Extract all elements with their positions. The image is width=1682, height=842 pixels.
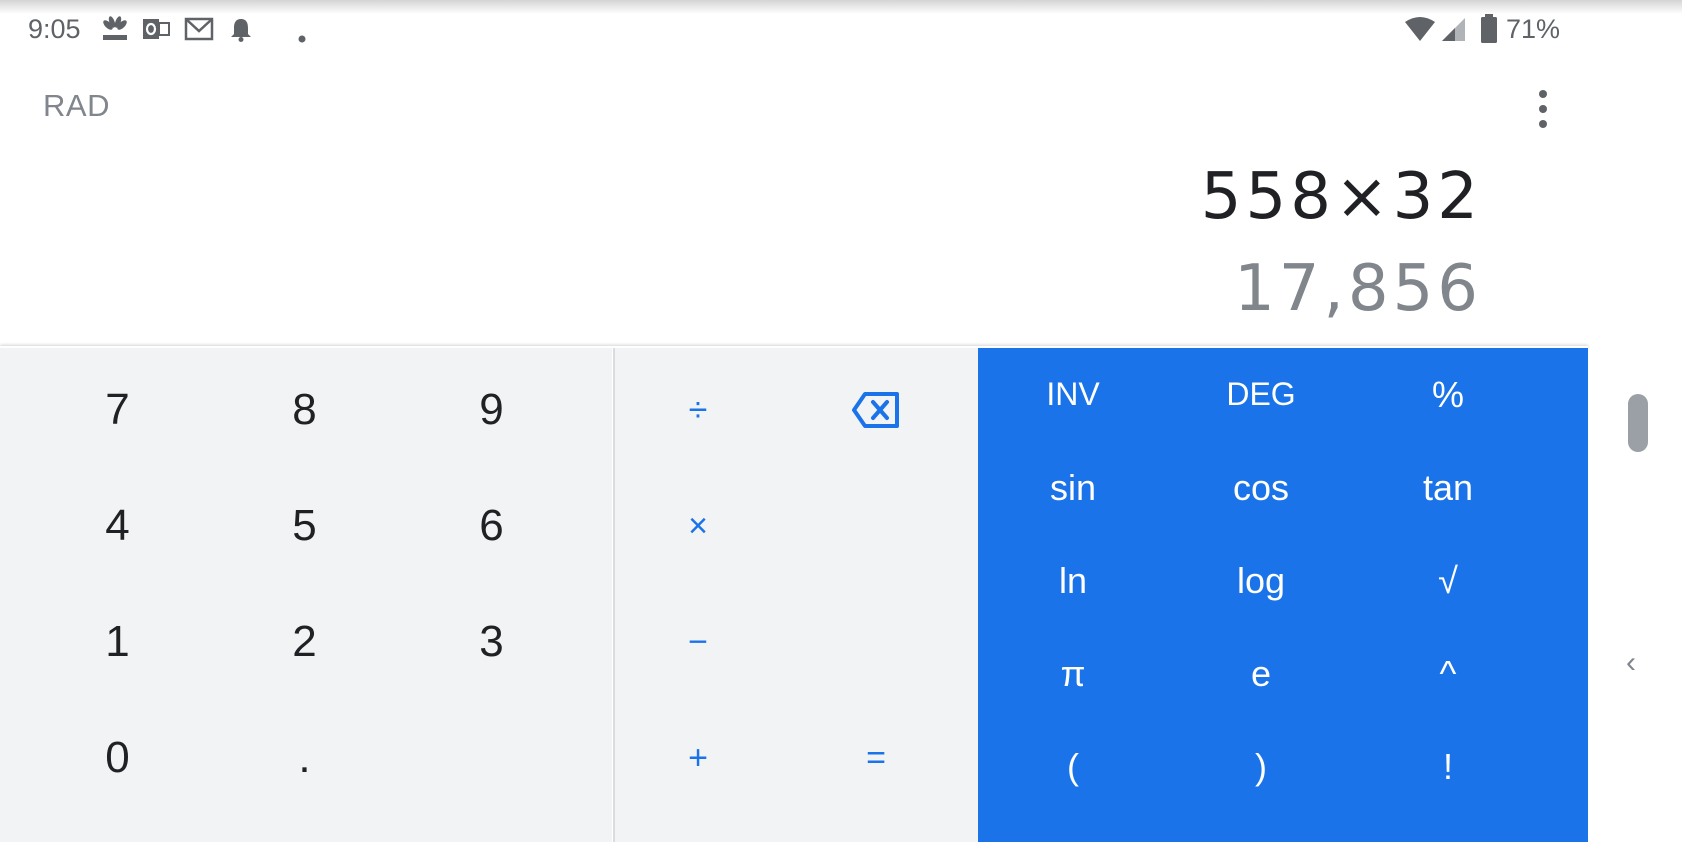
ln-button[interactable]: ln [979,534,1167,627]
digit-0-button[interactable]: 0 [24,700,211,816]
cos-button[interactable]: cos [1167,441,1355,534]
more-options-button[interactable] [1524,86,1564,134]
notification-bell-icon [230,14,252,44]
tan-button[interactable]: tan [1354,441,1542,534]
equals-button[interactable]: = [796,700,956,816]
power-button[interactable]: ^ [1354,627,1542,720]
battery-percent: 71% [1506,14,1561,44]
digit-3-button[interactable]: 3 [398,584,585,700]
panel-drag-handle[interactable] [1628,394,1648,452]
angle-mode-indicator: RAD [43,88,110,123]
more-vert-icon [1539,90,1547,98]
sin-button[interactable]: sin [979,441,1167,534]
numeric-keypad: 7 8 9 4 5 6 1 2 3 0 . [0,348,612,842]
digit-6-button[interactable]: 6 [398,468,585,584]
digit-5-button[interactable]: 5 [211,468,398,584]
cnbc-icon [100,14,130,44]
percent-button[interactable]: % [1354,348,1542,441]
advanced-keypad: INV DEG % sin cos tan ln log √ π e ^ ( )… [978,348,1588,842]
decimal-point-button[interactable]: . [211,700,398,816]
status-bar: 9:05 71% [0,0,1682,60]
cell-signal-icon [1440,14,1466,44]
digit-9-button[interactable]: 9 [398,352,585,468]
multiply-button[interactable]: × [618,468,778,584]
inv-button[interactable]: INV [979,348,1167,441]
open-paren-button[interactable]: ( [979,720,1167,813]
deg-button[interactable]: DEG [1167,348,1355,441]
close-paren-button[interactable]: ) [1167,720,1355,813]
gmail-icon [184,14,214,44]
chevron-left-icon[interactable]: ‹ [1626,646,1636,680]
outlook-icon [142,14,170,44]
digit-1-button[interactable]: 1 [24,584,211,700]
divide-button[interactable]: ÷ [618,352,778,468]
digit-7-button[interactable]: 7 [24,352,211,468]
add-button[interactable]: + [618,700,778,816]
battery-icon [1480,14,1498,44]
operator-keypad: ÷ × − + = [613,348,980,842]
sqrt-button[interactable]: √ [1354,534,1542,627]
backspace-icon [852,392,899,428]
formula-display[interactable]: 558×32 [1201,160,1482,234]
log-button[interactable]: log [1167,534,1355,627]
wifi-icon [1404,14,1436,44]
subtract-button[interactable]: − [618,584,778,700]
pi-button[interactable]: π [979,627,1167,720]
digit-8-button[interactable]: 8 [211,352,398,468]
dot-icon [298,24,306,54]
digit-2-button[interactable]: 2 [211,584,398,700]
e-button[interactable]: e [1167,627,1355,720]
delete-button[interactable] [796,352,956,468]
status-time: 9:05 [28,14,81,44]
result-preview[interactable]: 17,856 [1234,252,1482,326]
digit-4-button[interactable]: 4 [24,468,211,584]
factorial-button[interactable]: ! [1354,720,1542,813]
